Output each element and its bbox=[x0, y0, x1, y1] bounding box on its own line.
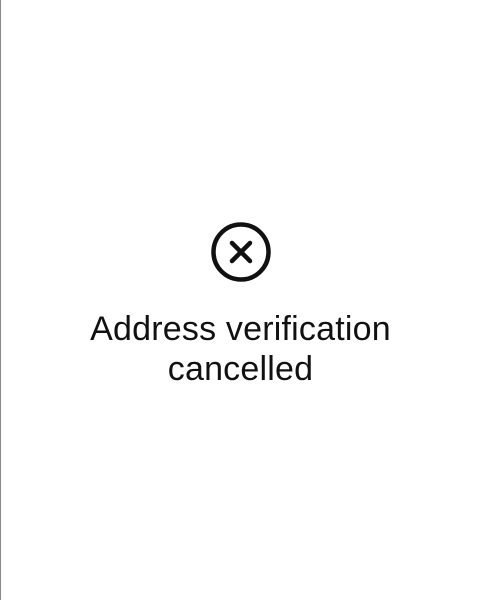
status-message: Address verification cancelled bbox=[90, 310, 391, 388]
status-panel: Address verification cancelled bbox=[1, 221, 480, 389]
verification-status-screen: Address verification cancelled bbox=[0, 0, 480, 600]
cancel-circle-icon bbox=[210, 222, 271, 282]
